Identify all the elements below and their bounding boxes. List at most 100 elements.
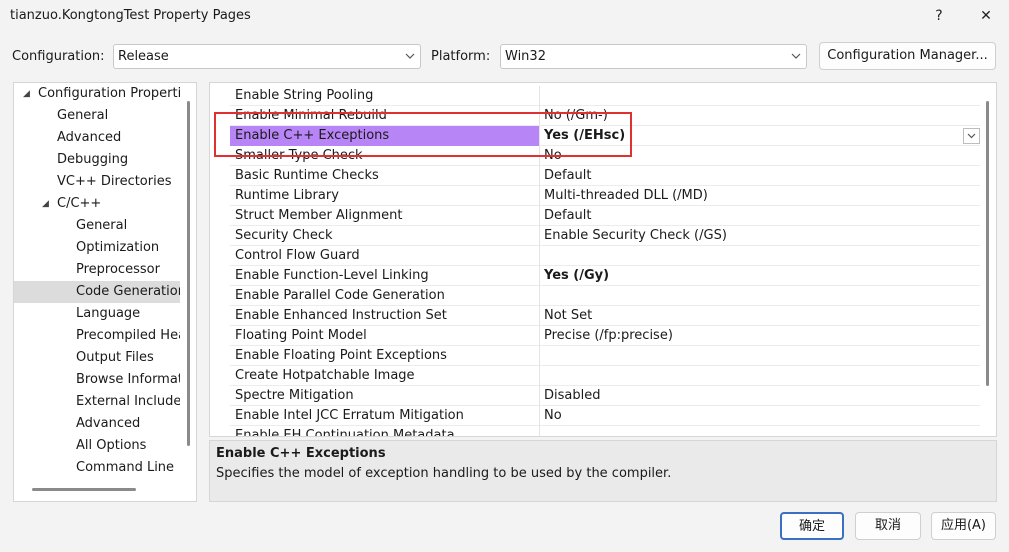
property-row[interactable]: Enable Enhanced Instruction Set Not Set: [230, 306, 980, 326]
tree-horizontal-scrollbar[interactable]: [32, 488, 136, 491]
property-value[interactable]: Yes (/Gy): [544, 266, 980, 286]
description-text: Specifies the model of exception handlin…: [216, 466, 672, 481]
property-name: Enable Floating Point Exceptions: [230, 346, 540, 366]
property-name: Runtime Library: [230, 186, 540, 206]
tree-item[interactable]: Command Line: [14, 457, 180, 479]
property-row[interactable]: Enable EH Continuation Metadata: [230, 426, 980, 436]
tree-item[interactable]: Precompiled Headers: [14, 325, 180, 347]
apply-button[interactable]: 应用(A): [931, 512, 996, 540]
property-value[interactable]: [544, 246, 980, 266]
value-dropdown-button[interactable]: [963, 128, 980, 144]
tree-item[interactable]: Optimization: [14, 237, 180, 259]
tree-item[interactable]: VC++ Directories: [14, 171, 180, 193]
tree-item[interactable]: ◢ Configuration Properties: [14, 83, 180, 105]
tree-item-label: External Includes: [76, 394, 180, 409]
tree-item[interactable]: Browse Information: [14, 369, 180, 391]
property-value[interactable]: [544, 286, 980, 306]
property-value[interactable]: [544, 86, 980, 106]
tree-item-label: C/C++: [57, 196, 102, 211]
tree-item[interactable]: ◢ C/C++: [14, 193, 180, 215]
tree-item-label: Optimization: [76, 240, 160, 255]
tree-item[interactable]: External Includes: [14, 391, 180, 413]
platform-value: Win32: [505, 49, 546, 64]
property-name: Enable Enhanced Instruction Set: [230, 306, 540, 326]
configuration-label: Configuration:: [12, 49, 105, 64]
tree-item[interactable]: Debugging: [14, 149, 180, 171]
help-button[interactable]: ?: [919, 4, 959, 28]
tree-item[interactable]: Advanced: [14, 413, 180, 435]
property-row[interactable]: Enable String Pooling: [230, 86, 980, 106]
close-button[interactable]: ✕: [966, 4, 1006, 28]
cancel-button[interactable]: 取消: [855, 512, 921, 540]
expand-caret-icon[interactable]: ◢: [23, 83, 30, 105]
property-value[interactable]: [544, 426, 980, 436]
tree-item-label: Configuration Properties: [38, 86, 180, 101]
property-row[interactable]: Struct Member Alignment Default: [230, 206, 980, 226]
configuration-select[interactable]: Release: [113, 44, 421, 69]
property-value[interactable]: Precise (/fp:precise): [544, 326, 980, 346]
property-name: Control Flow Guard: [230, 246, 540, 266]
window-title: tianzuo.KongtongTest Property Pages: [10, 8, 251, 23]
property-row[interactable]: Enable Floating Point Exceptions: [230, 346, 980, 366]
property-value[interactable]: Enable Security Check (/GS): [544, 226, 980, 246]
ok-button[interactable]: 确定: [780, 512, 844, 540]
property-value[interactable]: [544, 366, 980, 386]
property-row[interactable]: Basic Runtime Checks Default: [230, 166, 980, 186]
property-name: Create Hotpatchable Image: [230, 366, 540, 386]
tree-item[interactable]: Language: [14, 303, 180, 325]
property-name: Floating Point Model: [230, 326, 540, 346]
property-value[interactable]: Default: [544, 166, 980, 186]
grid-vertical-scrollbar[interactable]: [986, 101, 989, 386]
property-row[interactable]: Control Flow Guard: [230, 246, 980, 266]
property-value[interactable]: Multi-threaded DLL (/MD): [544, 186, 980, 206]
property-name: Enable Function-Level Linking: [230, 266, 540, 286]
configuration-value: Release: [118, 49, 169, 64]
property-row[interactable]: Floating Point Model Precise (/fp:precise…: [230, 326, 980, 346]
tree-item-label: Code Generation: [76, 284, 180, 299]
tree-item-label: Preprocessor: [76, 262, 160, 277]
tree-item-label: Output Files: [76, 350, 154, 365]
property-row[interactable]: Enable Intel JCC Erratum Mitigation No: [230, 406, 980, 426]
tree-item-label: All Options: [76, 438, 147, 453]
tree-item[interactable]: General: [14, 105, 180, 127]
property-grid[interactable]: Enable String Pooling Enable Minimal Rebu…: [209, 82, 997, 437]
tree-item[interactable]: All Options: [14, 435, 180, 457]
highlight-annotation-box: [214, 112, 632, 157]
property-row[interactable]: Enable Function-Level Linking Yes (/Gy): [230, 266, 980, 286]
property-row[interactable]: Spectre Mitigation Disabled: [230, 386, 980, 406]
property-value[interactable]: Disabled: [544, 386, 980, 406]
property-name: Enable Intel JCC Erratum Mitigation: [230, 406, 540, 426]
tree-vertical-scrollbar[interactable]: [187, 101, 190, 446]
property-name: Enable EH Continuation Metadata: [230, 426, 540, 436]
property-row[interactable]: Create Hotpatchable Image: [230, 366, 980, 386]
tree-item-label: Advanced: [76, 416, 141, 431]
tree-item[interactable]: Advanced: [14, 127, 180, 149]
property-row[interactable]: Enable Parallel Code Generation: [230, 286, 980, 306]
property-value[interactable]: No: [544, 406, 980, 426]
platform-select[interactable]: Win32: [500, 44, 807, 69]
platform-label: Platform:: [431, 49, 491, 64]
tree-item-label: Advanced: [57, 130, 122, 145]
property-value[interactable]: [544, 346, 980, 366]
tree-item-label: VC++ Directories: [57, 174, 172, 189]
property-name: Security Check: [230, 226, 540, 246]
property-value[interactable]: Not Set: [544, 306, 980, 326]
title-bar: tianzuo.KongtongTest Property Pages ? ✕: [0, 0, 1009, 32]
property-row[interactable]: Runtime Library Multi-threaded DLL (/MD): [230, 186, 980, 206]
property-name: Basic Runtime Checks: [230, 166, 540, 186]
tree-item-label: Browse Information: [76, 372, 180, 387]
description-title: Enable C++ Exceptions: [216, 446, 386, 461]
tree-item-label: General: [76, 218, 128, 233]
tree-item[interactable]: Preprocessor: [14, 259, 180, 281]
property-value[interactable]: Default: [544, 206, 980, 226]
property-tree[interactable]: ◢ Configuration Properties General Advanced…: [13, 82, 197, 502]
tree-item[interactable]: Code Generation: [14, 281, 180, 303]
configuration-bar: Configuration: Release Platform: Win32 C…: [0, 40, 1009, 72]
property-name: Enable String Pooling: [230, 86, 540, 106]
tree-item[interactable]: Output Files: [14, 347, 180, 369]
property-row[interactable]: Security Check Enable Security Check (/GS…: [230, 226, 980, 246]
expand-caret-icon[interactable]: ◢: [42, 193, 49, 215]
tree-item-label: Language: [76, 306, 141, 321]
tree-item[interactable]: General: [14, 215, 180, 237]
configuration-manager-button[interactable]: Configuration Manager...: [819, 42, 996, 70]
